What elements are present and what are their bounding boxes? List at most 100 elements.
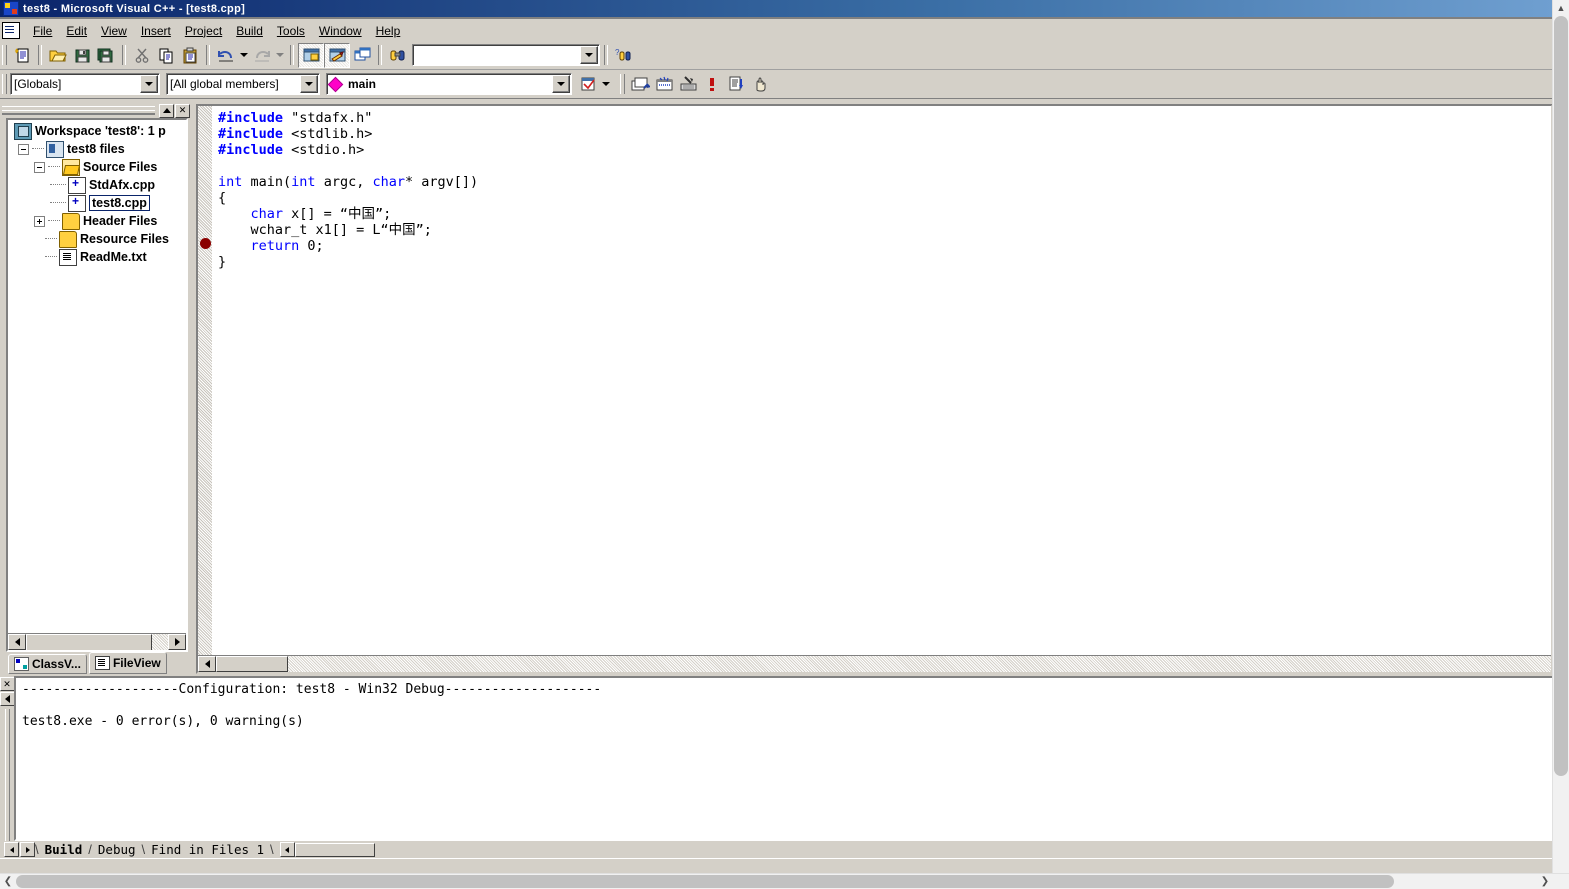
new-text-file-button[interactable] xyxy=(10,44,34,67)
save-all-button[interactable] xyxy=(94,44,118,67)
filter-combo-dropdown-button[interactable] xyxy=(300,75,318,93)
member-combo-dropdown-button[interactable] xyxy=(552,75,570,93)
tree-item-resource-files[interactable]: Resource Files xyxy=(12,230,186,248)
tab-build[interactable]: Build xyxy=(39,842,89,857)
class-combo[interactable]: [Globals] xyxy=(10,73,160,95)
breakpoint-marker-icon[interactable] xyxy=(200,238,211,249)
tree-item-source-files[interactable]: Source Files xyxy=(12,158,186,176)
menu-item-project[interactable]: Project xyxy=(178,22,229,40)
output-tabs-scroll-left-button[interactable] xyxy=(4,842,19,857)
editor-gutter[interactable] xyxy=(198,106,212,655)
wizardbar-actions-dropdown-button[interactable] xyxy=(600,73,612,96)
undo-button[interactable] xyxy=(214,44,238,67)
menu-item-tools[interactable]: Tools xyxy=(270,22,312,40)
class-combo-dropdown-button[interactable] xyxy=(140,75,158,93)
copy-button[interactable] xyxy=(154,44,178,67)
output-toggle-button[interactable] xyxy=(324,42,350,68)
menu-item-build[interactable]: Build xyxy=(229,22,270,40)
tree-item-header-files[interactable]: Header Files xyxy=(12,212,186,230)
tab-classview[interactable]: ClassV... xyxy=(8,654,87,674)
output-scroll-button[interactable] xyxy=(0,692,15,706)
output-horizontal-scrollbar[interactable] xyxy=(294,842,375,857)
page-horizontal-scrollbar[interactable]: ❮ ❯ xyxy=(0,873,1569,889)
build-output-text[interactable]: --------------------Configuration: test8… xyxy=(14,676,1553,841)
execute-program-button[interactable] xyxy=(700,73,724,96)
insert-remove-breakpoint-button[interactable] xyxy=(748,73,772,96)
scroll-left-button[interactable] xyxy=(198,656,216,672)
collapse-expander-icon[interactable] xyxy=(18,143,29,155)
compile-button[interactable] xyxy=(628,73,652,96)
document-icon[interactable] xyxy=(2,22,20,39)
output-hscroll-left-button[interactable] xyxy=(279,842,295,857)
class-combo-value[interactable]: [Globals] xyxy=(11,75,139,93)
scroll-left-button[interactable] xyxy=(8,634,26,650)
toolbar-grip[interactable] xyxy=(2,45,7,65)
member-combo-value[interactable]: main xyxy=(345,75,551,93)
tree-item-stdafx-cpp[interactable]: StdAfx.cpp xyxy=(12,176,186,194)
go-button[interactable] xyxy=(724,73,748,96)
find-in-files-button[interactable] xyxy=(386,44,410,67)
menu-item-insert[interactable]: Insert xyxy=(134,22,178,40)
menu-item-window[interactable]: Window xyxy=(312,22,369,40)
scroll-right-button[interactable] xyxy=(168,634,186,650)
scroll-thumb[interactable] xyxy=(294,842,375,857)
wizardbar-actions-button[interactable] xyxy=(576,73,600,96)
tree-item-test8-cpp[interactable]: test8.cpp xyxy=(12,194,186,212)
paste-button[interactable] xyxy=(178,44,202,67)
filter-combo-value[interactable]: [All global members] xyxy=(167,75,299,93)
member-combo[interactable]: main xyxy=(326,73,572,95)
page-vscroll-thumb[interactable] xyxy=(1554,16,1568,776)
chevron-down-icon xyxy=(145,82,153,86)
page-scroll-up-button[interactable]: ▲ xyxy=(1553,0,1569,16)
tree-item-project[interactable]: test8 files xyxy=(12,140,186,158)
source-code-text[interactable]: #include "stdafx.h" #include <stdlib.h> … xyxy=(212,106,1551,655)
save-button[interactable] xyxy=(70,44,94,67)
tree-line xyxy=(48,166,60,168)
undo-dropdown-button[interactable] xyxy=(238,44,250,67)
menu-item-view[interactable]: View xyxy=(94,22,134,40)
help-button[interactable]: ? xyxy=(612,44,636,67)
page-scroll-left-button[interactable]: ❮ xyxy=(0,874,16,889)
redo-button[interactable] xyxy=(250,44,274,67)
filter-combo[interactable]: [All global members] xyxy=(166,73,320,95)
output-drag-grip[interactable] xyxy=(4,709,10,841)
expand-expander-icon[interactable] xyxy=(34,215,45,227)
restore-pane-button[interactable] xyxy=(159,103,174,118)
close-output-button[interactable]: ✕ xyxy=(0,677,15,691)
tree-item-workspace[interactable]: Workspace 'test8': 1 p xyxy=(12,122,186,140)
page-vertical-scrollbar[interactable]: ▲ ▼ xyxy=(1552,0,1569,874)
find-combo[interactable] xyxy=(412,44,600,66)
collapse-expander-icon[interactable] xyxy=(34,161,45,173)
scroll-thumb[interactable] xyxy=(216,656,288,672)
scroll-thumb[interactable] xyxy=(26,634,152,650)
build-toolbar-grip[interactable] xyxy=(620,74,625,94)
page-scroll-right-button[interactable]: ❯ xyxy=(1537,874,1553,889)
workspace-drag-grip[interactable] xyxy=(2,106,155,115)
redo-dropdown-button[interactable] xyxy=(274,44,286,67)
tab-debug[interactable]: Debug xyxy=(92,842,142,857)
window-list-button[interactable] xyxy=(350,44,374,67)
tree-item-readme-txt[interactable]: ReadMe.txt xyxy=(12,248,186,266)
page-hscroll-thumb[interactable] xyxy=(16,875,1394,888)
stop-build-button[interactable] xyxy=(676,73,700,96)
editor-horizontal-scrollbar[interactable] xyxy=(198,655,1551,672)
build-button[interactable] xyxy=(652,73,676,96)
folder-icon xyxy=(59,230,77,248)
workspace-toggle-button[interactable] xyxy=(298,42,324,68)
scroll-track[interactable] xyxy=(288,656,1551,672)
tree-horizontal-scrollbar[interactable] xyxy=(8,633,186,650)
close-pane-button[interactable]: ✕ xyxy=(175,103,190,118)
wizardbar-grip[interactable] xyxy=(2,74,7,94)
tree-item-label: Resource Files xyxy=(80,232,169,246)
tab-fileview[interactable]: FileView xyxy=(88,652,167,674)
menu-item-help[interactable]: Help xyxy=(369,22,408,40)
find-combo-dropdown-button[interactable] xyxy=(580,46,598,64)
scroll-track[interactable] xyxy=(26,634,168,650)
output-tabs-scroll-right-button[interactable] xyxy=(20,842,35,857)
cut-button[interactable] xyxy=(130,44,154,67)
tab-find-in-files-1[interactable]: Find in Files 1 xyxy=(145,842,270,857)
clipboard-icon xyxy=(182,47,199,64)
menu-item-edit[interactable]: Edit xyxy=(59,22,94,40)
open-button[interactable] xyxy=(46,44,70,67)
menu-item-file[interactable]: File xyxy=(26,22,59,40)
